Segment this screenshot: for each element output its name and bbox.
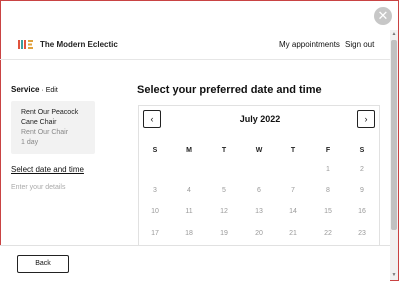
calendar-day: 8 (326, 187, 330, 194)
back-button[interactable]: Back (17, 255, 69, 273)
calendar-day: 2 (360, 166, 364, 173)
brand-logo (18, 40, 33, 49)
calendar-day: 6 (257, 187, 261, 194)
calendar-month: July (239, 114, 258, 124)
weekday-label: F (325, 147, 331, 154)
calendar-day: 5 (222, 187, 226, 194)
calendar-day: 19 (220, 230, 228, 237)
calendar-day: 21 (289, 230, 297, 237)
calendar-day: 22 (324, 230, 332, 237)
header: The Modern Eclectic My appointments Sign… (0, 30, 390, 60)
prev-month-button[interactable]: ‹ (143, 110, 161, 128)
weekday-label: S (152, 147, 158, 154)
scroll-up-icon[interactable]: ▲ (391, 31, 397, 37)
page-title: Select your preferred date and time (137, 84, 322, 96)
calendar-day: 14 (289, 208, 297, 215)
calendar-day: 11 (185, 208, 193, 215)
sign-out-link[interactable]: Sign out (345, 40, 374, 49)
calendar-day: 10 (151, 208, 159, 215)
weekday-label: S (359, 147, 365, 154)
calendar-day: 15 (324, 208, 332, 215)
calendar-day: 12 (220, 208, 228, 215)
calendar-day: 18 (185, 230, 193, 237)
calendar-month-year: July 2022 (220, 114, 300, 124)
calendar-year: 2022 (260, 114, 281, 124)
weekday-label: M (186, 147, 192, 154)
scroll-down-icon[interactable]: ▼ (391, 272, 397, 278)
calendar-day: 9 (360, 187, 364, 194)
service-card: Rent Our Peacock Cane Chair Rent Our Cha… (11, 101, 95, 154)
calendar-day: 16 (358, 208, 366, 215)
calendar-day: 1 (326, 166, 330, 173)
calendar-day: 17 (151, 230, 159, 237)
calendar-day: 4 (187, 187, 191, 194)
weekday-label: W (255, 147, 263, 154)
weekday-label: T (221, 147, 227, 154)
close-icon[interactable]: ✕ (374, 7, 392, 25)
step-select-date[interactable]: Select date and time (11, 165, 84, 174)
step-enter-details: Enter your details (11, 184, 66, 191)
calendar-day: 3 (153, 187, 157, 194)
service-subtitle: Rent Our Chair (21, 129, 69, 136)
calendar-day: 7 (291, 187, 295, 194)
service-duration: 1 day (21, 139, 39, 146)
calendar-day: 20 (255, 230, 263, 237)
service-label: Service (11, 85, 40, 94)
next-month-button[interactable]: › (357, 110, 375, 128)
service-title-line2: Cane Chair (21, 119, 57, 126)
my-appointments-link[interactable]: My appointments (279, 40, 340, 49)
calendar (138, 105, 380, 245)
calendar-day: 13 (255, 208, 263, 215)
edit-service-link[interactable]: Edit (46, 87, 58, 94)
weekday-label: T (290, 147, 296, 154)
service-title-line1: Rent Our Peacock (21, 109, 79, 116)
service-heading: Service · Edit (11, 85, 58, 94)
scrollbar-thumb[interactable] (391, 40, 397, 230)
calendar-day: 23 (358, 230, 366, 237)
brand-name[interactable]: The Modern Eclectic (40, 40, 118, 49)
